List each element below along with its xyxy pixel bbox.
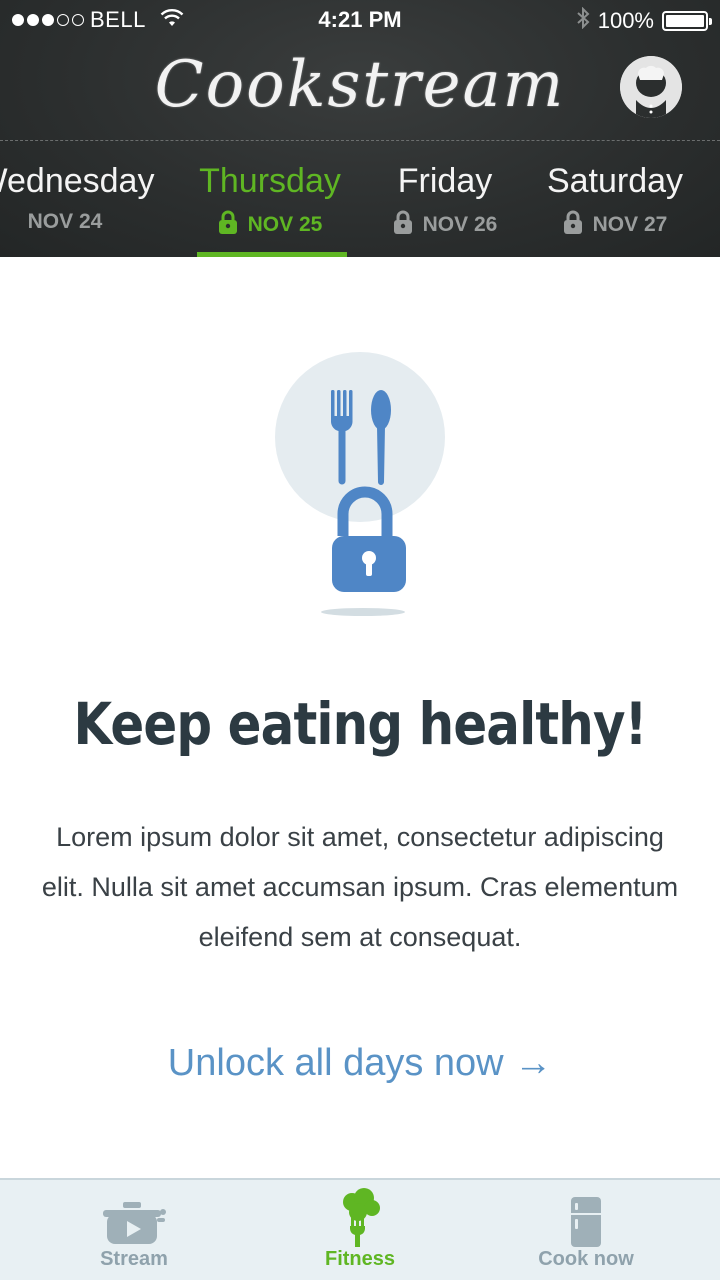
chef-avatar-icon xyxy=(620,56,682,118)
bottom-tab-bar: Stream Fitness Cook now xyxy=(0,1178,720,1280)
tab-label: Cook now xyxy=(538,1248,634,1270)
tab-label: Fitness xyxy=(324,1248,396,1270)
broccoli-fork-icon xyxy=(260,1188,460,1248)
day-name: Saturday xyxy=(546,162,684,200)
status-bar: BELL 4:21 PM 100% xyxy=(0,0,720,40)
day-tab-saturday[interactable]: Saturday NOV 27 xyxy=(530,142,700,257)
app-logo: Cookstream xyxy=(154,48,566,122)
battery-percent: 100% xyxy=(597,8,654,33)
unlock-all-days-link[interactable]: Unlock all days now → xyxy=(0,1042,720,1085)
day-date: NOV 25 xyxy=(180,210,360,240)
header: BELL 4:21 PM 100% Cookstream ednesday NO… xyxy=(0,0,720,257)
locked-meal-illustration xyxy=(270,350,450,620)
day-tab-friday[interactable]: Friday NOV 26 xyxy=(360,142,530,257)
profile-avatar-button[interactable] xyxy=(620,56,682,118)
day-date-text: NOV 26 xyxy=(422,213,498,236)
bluetooth-icon xyxy=(576,6,590,35)
pot-play-icon xyxy=(34,1188,234,1248)
battery-icon xyxy=(662,11,712,31)
day-name: Thursday xyxy=(199,162,341,200)
day-date-text: NOV 27 xyxy=(592,213,668,236)
tab-fitness[interactable]: Fitness xyxy=(260,1180,460,1280)
day-name: Friday xyxy=(397,162,493,200)
header-divider xyxy=(0,140,720,141)
tab-cook-now[interactable]: Cook now xyxy=(486,1180,686,1280)
day-date-text: NOV 24 xyxy=(27,210,103,233)
body-text: Lorem ipsum dolor sit amet, consectetur … xyxy=(41,822,679,952)
lock-icon xyxy=(393,210,413,240)
day-tab-thursday[interactable]: Thursday NOV 25 xyxy=(180,142,360,257)
lock-icon xyxy=(218,210,238,240)
day-date-text: NOV 25 xyxy=(247,213,323,236)
tab-label: Stream xyxy=(100,1248,168,1270)
day-name: Wednesday xyxy=(0,162,155,200)
day-date: NOV 24 xyxy=(0,210,170,234)
status-right: 100% xyxy=(576,6,712,35)
day-date: NOV 26 xyxy=(360,210,530,240)
day-tab-wednesday[interactable]: Wednesday NOV 24 xyxy=(0,142,170,257)
lock-icon xyxy=(563,210,583,240)
tab-stream[interactable]: Stream xyxy=(34,1180,234,1280)
headline: Keep eating healthy! xyxy=(73,690,647,758)
day-date: NOV 27 xyxy=(530,210,700,240)
active-day-indicator xyxy=(197,252,347,257)
day-tabs: Wednesday NOV 24 Thursday NOV 25 Friday xyxy=(0,142,720,257)
fridge-icon xyxy=(486,1188,686,1248)
